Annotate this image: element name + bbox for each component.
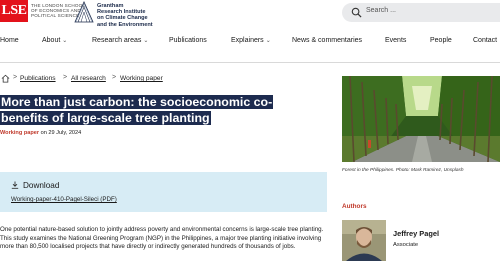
main-nav: Home About ⌄ Research areas ⌄ Publications… [0,31,500,51]
publication-meta: Working paper on 29 July, 2024 [0,130,81,136]
download-title: Download [23,181,60,190]
breadcrumb-separator: > [63,74,68,81]
home-icon[interactable] [1,74,10,83]
institute-name-line: on Climate Change [97,15,148,22]
publication-type[interactable]: Working paper [0,130,39,136]
page-title-line: More than just carbon: the socioeconomic… [0,95,274,109]
site-header: LSE THE LONDON SCHOOL OF ECONOMICS AND P… [0,0,500,31]
download-box: Download Working-paper-410-Pagel-Sileci … [0,172,327,212]
author-role: Associate [393,242,419,248]
breadcrumb-all-research[interactable]: All research [71,75,106,82]
page-title-line: benefits of large-scale tree planting [0,111,211,125]
avatar[interactable] [342,220,386,261]
lse-logo[interactable]: LSE [0,0,28,22]
download-icon [11,181,19,189]
chevron-down-icon: ⌄ [265,38,271,44]
nav-item-label: People [430,37,452,44]
nav-item-home[interactable]: Home [0,37,19,44]
institute-name-line: and the Environment [97,21,153,28]
breadcrumb-separator: > [13,74,18,81]
nav-item-label: Explainers [231,37,264,44]
download-pdf-link[interactable]: Working-paper-410-Pagel-Sileci (PDF) [11,196,117,203]
nav-divider [0,62,500,63]
search-input[interactable]: Search ... [342,3,500,22]
article-summary: One potential nature-based solution to j… [0,226,324,251]
nav-item-people[interactable]: People [430,37,452,44]
institute-logo-mark[interactable] [74,1,94,23]
nav-item-label: Events [385,37,407,44]
nav-item-publications[interactable]: Publications [169,37,207,44]
breadcrumb-publications[interactable]: Publications [20,75,56,82]
nav-item-label: News & commentaries [292,37,363,44]
nav-item-label: Publications [169,37,207,44]
photo-caption: Forest in the Philippines. Photo: Mark R… [342,168,464,173]
nav-item-events[interactable]: Events [385,37,406,44]
institute-name[interactable]: Grantham Research Institute on Climate C… [97,3,153,28]
nav-item-research-areas[interactable]: Research areas ⌄ [92,37,148,44]
forest-photo [342,76,500,162]
nav-item-label: About [42,37,61,44]
breadcrumb-separator: > [112,74,117,81]
chevron-down-icon: ⌄ [143,38,149,44]
nav-item-label: Home [0,37,19,44]
search-icon[interactable] [351,7,362,18]
search-placeholder: Search ... [366,7,396,14]
publication-date: on 29 July, 2024 [40,130,82,136]
page-title: More than just carbon: the socioeconomic… [0,94,330,126]
chevron-down-icon: ⌄ [62,38,68,44]
nav-item-about[interactable]: About ⌄ [42,37,67,44]
nav-item-label: Research areas [92,37,142,44]
nav-item-label: Contact [473,37,498,44]
breadcrumb-working-paper[interactable]: Working paper [120,75,163,82]
nav-item-news[interactable]: News & commentaries [292,37,362,44]
authors-heading: Authors [342,203,367,210]
author-name[interactable]: Jeffrey Pagel [393,229,439,238]
nav-item-explainers[interactable]: Explainers ⌄ [231,37,271,44]
nav-item-contact[interactable]: Contact [473,37,497,44]
